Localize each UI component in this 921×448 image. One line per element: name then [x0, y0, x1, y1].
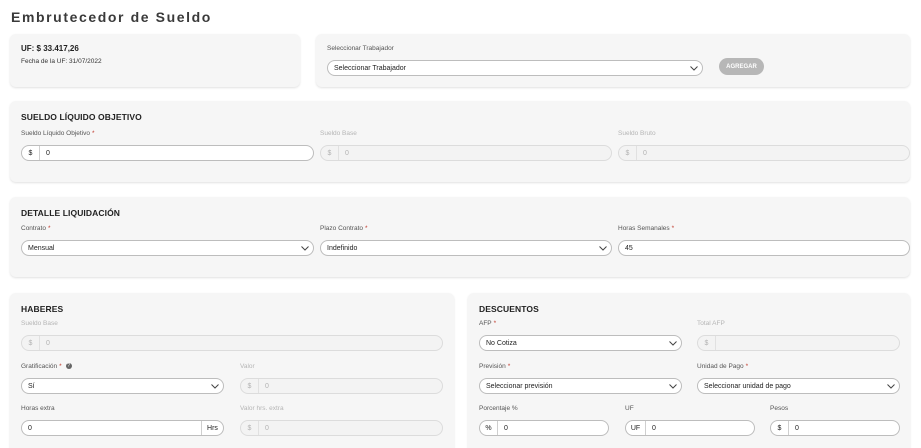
chevron-down-icon [686, 61, 702, 75]
currency-prefix: $ [22, 336, 40, 350]
add-button[interactable]: AGREGAR [719, 58, 764, 75]
sueldo-base-label: Sueldo Base [320, 130, 357, 137]
valor-horas-extra-input: $ 0 [240, 420, 443, 436]
section-title-haberes: HABERES [21, 304, 64, 314]
gratificacion-select[interactable]: Sí [21, 378, 224, 394]
plazo-contrato-select[interactable]: Indefinido [320, 240, 612, 256]
chevron-down-icon [297, 241, 313, 255]
detalle-liquidacion-card: DETALLE LIQUIDACIÓN Contrato * Mensual Pl… [10, 197, 910, 277]
gratificacion-label: Gratificación *? [21, 363, 72, 370]
descuentos-card: DESCUENTOS AFP * No Cotiza Total AFP $ Pr… [468, 293, 910, 448]
section-title-sueldo-liquido: SUELDO LÍQUIDO OBJETIVO [21, 112, 142, 122]
page-title: Embrutecedor de Sueldo [11, 9, 212, 25]
total-afp-label: Total AFP [697, 320, 725, 327]
currency-prefix: $ [698, 336, 716, 350]
chevron-down-icon [207, 379, 223, 393]
haberes-sueldo-base-value: 0 [46, 339, 50, 347]
uf-input-value: 0 [652, 424, 656, 432]
sueldo-liquido-value: 0 [46, 149, 50, 157]
hours-suffix: Hrs [201, 421, 223, 435]
section-title-detalle: DETALLE LIQUIDACIÓN [21, 208, 121, 218]
currency-prefix: $ [619, 146, 637, 160]
sueldo-liquido-card: SUELDO LÍQUIDO OBJETIVO Sueldo Líquido O… [10, 101, 910, 182]
section-title-descuentos: DESCUENTOS [479, 304, 539, 314]
horas-semanales-input[interactable]: 45 [618, 240, 910, 256]
uf-prefix: UF [626, 421, 646, 435]
valor-value: 0 [265, 382, 269, 390]
trabajador-select-value: Seleccionar Trabajador [334, 64, 406, 72]
afp-label: AFP * [479, 320, 497, 327]
currency-prefix: $ [321, 146, 339, 160]
sueldo-bruto-input: $ 0 [618, 145, 910, 161]
porcentaje-value: 0 [504, 424, 508, 432]
porcentaje-label: Porcentaje % [479, 405, 518, 412]
currency-prefix: $ [241, 421, 259, 435]
uf-value: UF: $ 33.417,26 [21, 44, 79, 53]
plazo-contrato-value: Indefinido [327, 244, 358, 252]
afp-select[interactable]: No Cotiza [479, 335, 682, 351]
horas-semanales-value: 45 [625, 244, 633, 252]
currency-prefix: $ [771, 421, 789, 435]
haberes-sueldo-base-label: Sueldo Base [21, 320, 58, 327]
pesos-value: 0 [795, 424, 799, 432]
sueldo-liquido-input[interactable]: $ 0 [21, 145, 314, 161]
haberes-sueldo-base-input: $ 0 [21, 335, 443, 351]
pesos-input[interactable]: $ 0 [770, 420, 900, 436]
contrato-select[interactable]: Mensual [21, 240, 314, 256]
trabajador-card: Seleccionar Trabajador Seleccionar Traba… [316, 34, 910, 87]
chevron-down-icon [883, 379, 899, 393]
currency-prefix: $ [22, 146, 40, 160]
sueldo-bruto-label: Sueldo Bruto [618, 130, 656, 137]
sueldo-base-value: 0 [345, 149, 349, 157]
valor-label: Valor [240, 363, 255, 370]
horas-semanales-label: Horas Semanales * [618, 225, 675, 232]
prevision-label: Previsión * [479, 363, 511, 370]
uf-date: Fecha de la UF: 31/07/2022 [21, 58, 102, 65]
uf-label: UF [625, 405, 634, 412]
afp-value: No Cotiza [486, 339, 517, 347]
porcentaje-input[interactable]: % 0 [479, 420, 609, 436]
horas-extra-input[interactable]: 0 Hrs [21, 420, 224, 436]
haberes-card: HABERES Sueldo Base $ 0 Gratificación *? … [10, 293, 454, 448]
unidad-pago-value: Seleccionar unidad de pago [704, 382, 791, 390]
unidad-pago-select[interactable]: Seleccionar unidad de pago [697, 378, 900, 394]
plazo-contrato-label: Plazo Contrato * [320, 225, 368, 232]
trabajador-label: Seleccionar Trabajador [327, 45, 394, 52]
sueldo-base-input: $ 0 [320, 145, 612, 161]
total-afp-input: $ [697, 335, 900, 351]
help-icon[interactable]: ? [65, 363, 72, 370]
sueldo-liquido-label: Sueldo Líquido Objetivo * [21, 130, 95, 137]
gratificacion-value: Sí [28, 382, 35, 390]
horas-extra-value: 0 [28, 424, 32, 432]
currency-prefix: $ [241, 379, 259, 393]
chevron-down-icon [665, 336, 681, 350]
chevron-down-icon [595, 241, 611, 255]
valor-horas-extra-label: Valor hrs. extra [240, 405, 284, 412]
trabajador-select[interactable]: Seleccionar Trabajador [327, 60, 703, 76]
sueldo-bruto-value: 0 [643, 149, 647, 157]
contrato-value: Mensual [28, 244, 55, 252]
horas-extra-label: Horas extra [21, 405, 55, 412]
contrato-label: Contrato * [21, 225, 51, 232]
valor-horas-extra-value: 0 [265, 424, 269, 432]
chevron-down-icon [665, 379, 681, 393]
prevision-value: Seleccionar previsión [486, 382, 553, 390]
percent-prefix: % [480, 421, 498, 435]
uf-card: UF: $ 33.417,26 Fecha de la UF: 31/07/20… [10, 34, 300, 87]
unidad-pago-label: Unidad de Pago * [697, 363, 749, 370]
uf-input[interactable]: UF 0 [625, 420, 755, 436]
prevision-select[interactable]: Seleccionar previsión [479, 378, 682, 394]
valor-input: $ 0 [240, 378, 443, 394]
pesos-label: Pesos [770, 405, 789, 412]
